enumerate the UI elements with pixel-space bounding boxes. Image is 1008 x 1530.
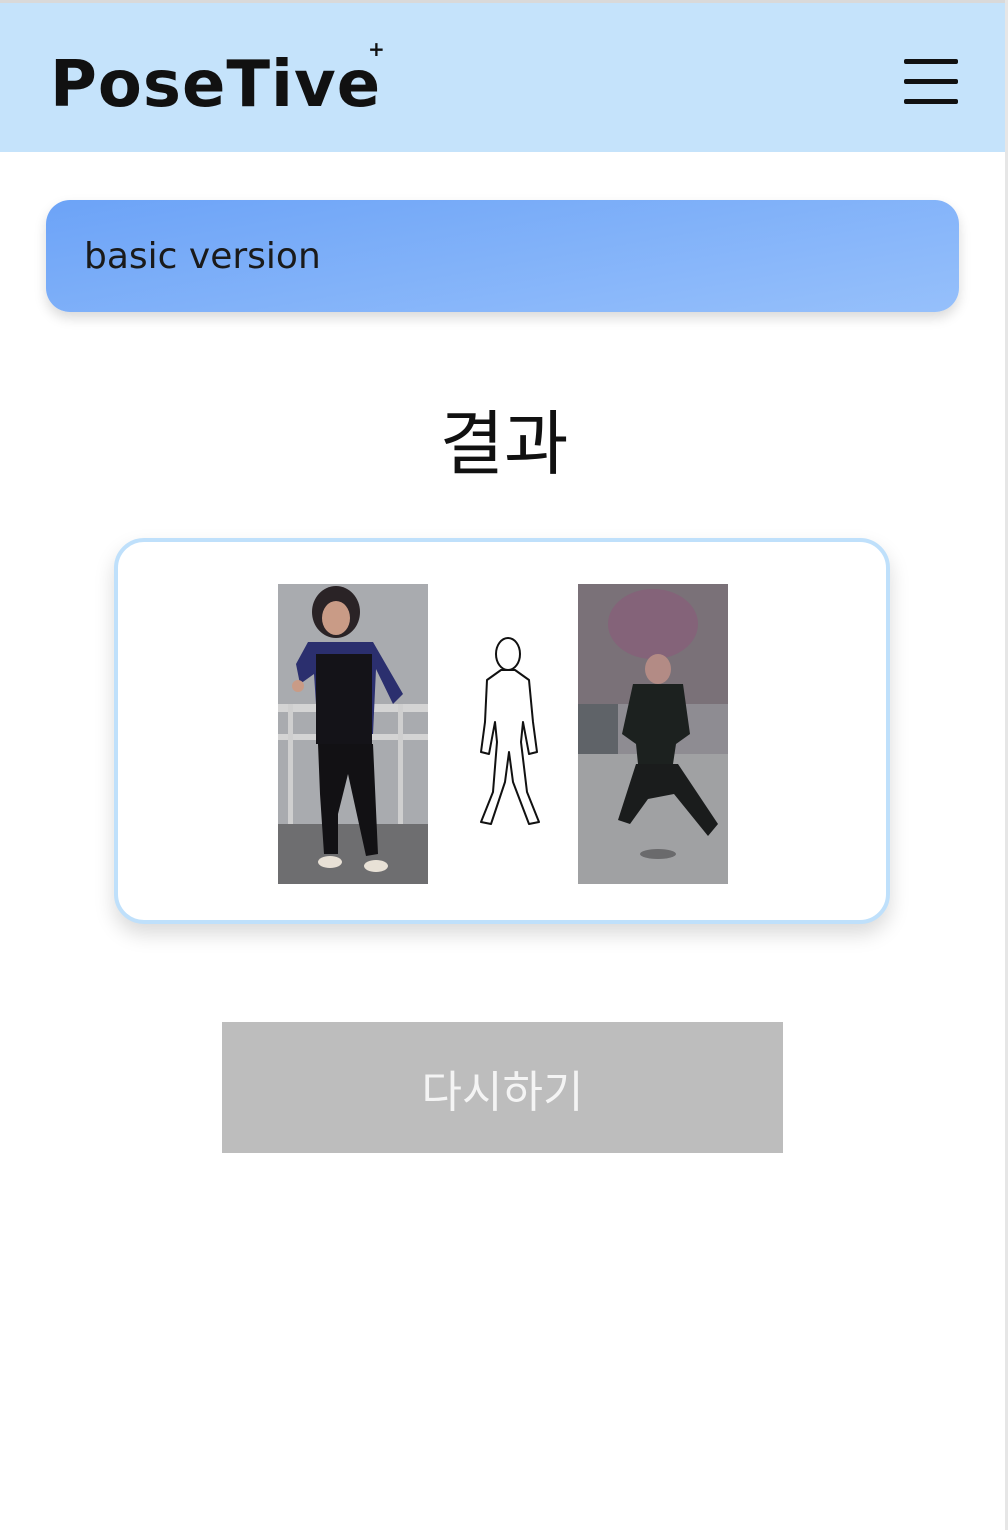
retry-button[interactable]: 다시하기 [222, 1022, 783, 1153]
person-photo-icon [578, 584, 728, 884]
generated-person-photo [578, 584, 728, 884]
result-card [114, 538, 890, 924]
target-pose-sketch [463, 632, 553, 832]
logo-plus-mark: + [368, 37, 385, 61]
pose-outline-icon [480, 637, 540, 825]
input-person-photo [278, 584, 428, 884]
result-title: 결과 [439, 403, 569, 485]
version-label: basic version [84, 236, 321, 277]
person-photo-icon [278, 584, 428, 884]
version-banner: basic version [46, 200, 959, 312]
app-logo[interactable]: PoseTive [50, 49, 381, 121]
hamburger-menu-icon[interactable] [904, 59, 958, 105]
app-header: PoseTive + [0, 0, 1006, 152]
